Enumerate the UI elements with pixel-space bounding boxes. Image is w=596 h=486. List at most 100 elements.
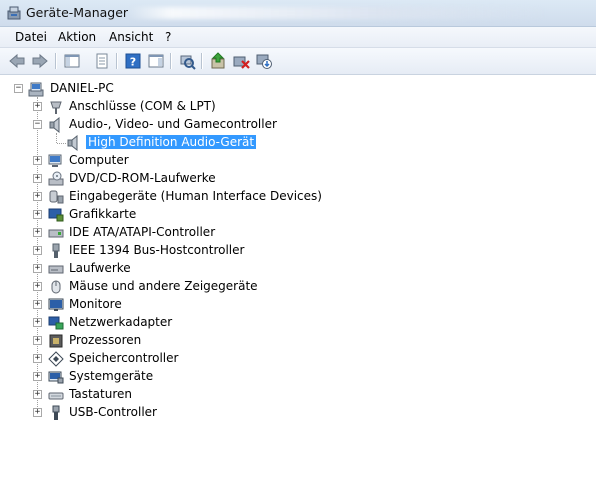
tree-category[interactable]: + Eingabegeräte (Human Interface Devices)	[0, 188, 560, 206]
expand-toggle[interactable]: +	[33, 102, 42, 111]
tree-category-label: Monitore	[69, 297, 122, 311]
tree-category[interactable]: + Prozessoren	[0, 332, 560, 350]
tree-category-label: Prozessoren	[69, 333, 142, 347]
expand-toggle[interactable]: +	[33, 354, 42, 363]
menu-help[interactable]: ?	[165, 30, 171, 44]
tree-category[interactable]: − Audio-, Video- und Gamecontroller	[0, 116, 560, 134]
tree-category-label: Laufwerke	[69, 261, 131, 275]
disk-drive-icon	[48, 261, 64, 277]
tree-category[interactable]: + Speichercontroller	[0, 350, 560, 368]
collapse-toggle[interactable]: −	[33, 120, 42, 129]
expand-toggle[interactable]: +	[33, 174, 42, 183]
disable-icon[interactable]	[255, 52, 273, 70]
expand-toggle[interactable]: +	[33, 282, 42, 291]
tree-category-label: Netzwerkadapter	[69, 315, 173, 329]
network-adapter-icon	[48, 315, 64, 331]
expand-toggle[interactable]: +	[33, 228, 42, 237]
device-manager-icon	[6, 5, 22, 21]
speaker-icon	[66, 135, 82, 151]
tree-category[interactable]: + IEEE 1394 Bus-Hostcontroller	[0, 242, 560, 260]
mouse-icon	[48, 279, 64, 295]
tree-category-label: DVD/CD-ROM-Laufwerke	[69, 171, 216, 185]
tree-category[interactable]: + Systemgeräte	[0, 368, 560, 386]
scan-hardware-icon[interactable]	[178, 52, 196, 70]
tree-category[interactable]: + Laufwerke	[0, 260, 560, 278]
firewire-icon	[48, 243, 64, 259]
monitor-icon	[48, 297, 64, 313]
tree-category[interactable]: + DVD/CD-ROM-Laufwerke	[0, 170, 560, 188]
tree-category[interactable]: + Anschlüsse (COM & LPT)	[0, 98, 560, 116]
tree-category[interactable]: + Grafikkarte	[0, 206, 560, 224]
tree-category[interactable]: + Computer	[0, 152, 560, 170]
tree-device[interactable]: High Definition Audio-Gerät	[0, 134, 560, 152]
dvd-drive-icon	[48, 171, 64, 187]
back-icon[interactable]	[8, 52, 26, 70]
window-title: Geräte-Manager	[26, 5, 129, 20]
tree-category-label: Audio-, Video- und Gamecontroller	[69, 117, 277, 131]
tree-category-label: Systemgeräte	[69, 369, 154, 383]
tree-category-label: Mäuse und andere Zeigegeräte	[69, 279, 258, 293]
tree-category[interactable]: + Mäuse und andere Zeigegeräte	[0, 278, 560, 296]
help-icon[interactable]: ?	[124, 52, 142, 70]
menu-aktion[interactable]: Aktion	[58, 30, 96, 44]
tree-category-label: USB-Controller	[69, 405, 157, 419]
collapse-toggle[interactable]: −	[14, 84, 23, 93]
toolbar-separator	[55, 53, 57, 69]
update-driver-icon[interactable]	[209, 52, 227, 70]
svg-text:?: ?	[130, 56, 136, 69]
menu-ansicht[interactable]: Ansicht	[109, 30, 153, 44]
storage-controller-icon	[48, 351, 64, 367]
port-icon	[48, 99, 64, 115]
expand-toggle[interactable]: +	[33, 246, 42, 255]
usb-icon	[48, 405, 64, 421]
speaker-icon	[48, 117, 64, 133]
ide-controller-icon	[48, 225, 64, 241]
expand-toggle[interactable]: +	[33, 156, 42, 165]
tree-category-label: Tastaturen	[69, 387, 132, 401]
blurred-background	[128, 7, 548, 19]
expand-toggle[interactable]: +	[33, 372, 42, 381]
tree-category[interactable]: + Tastaturen	[0, 386, 560, 404]
toolbar: ?	[0, 48, 596, 75]
toolbar-separator	[201, 53, 203, 69]
tree-category[interactable]: + USB-Controller	[0, 404, 560, 422]
tree-root[interactable]: − DANIEL-PC	[0, 80, 200, 98]
display-adapter-icon	[48, 207, 64, 223]
tree-category-label: Computer	[69, 153, 129, 167]
tree-category-label: Speichercontroller	[69, 351, 179, 365]
menu-datei[interactable]: Datei	[15, 30, 47, 44]
tree-category-label: Eingabegeräte (Human Interface Devices)	[69, 189, 322, 203]
show-hide-console-tree-icon[interactable]	[63, 52, 81, 70]
menu-bar: Datei Aktion Ansicht ?	[0, 27, 596, 48]
uninstall-icon[interactable]	[232, 52, 250, 70]
device-tree: − DANIEL-PC + Anschlüsse (COM & LPT) − Audi…	[0, 75, 596, 486]
toolbar-separator	[116, 53, 118, 69]
system-devices-icon	[48, 369, 64, 385]
tree-category-label: IEEE 1394 Bus-Hostcontroller	[69, 243, 245, 257]
forward-icon[interactable]	[31, 52, 49, 70]
expand-toggle[interactable]: +	[33, 408, 42, 417]
expand-toggle[interactable]: +	[33, 192, 42, 201]
tree-category[interactable]: + Netzwerkadapter	[0, 314, 560, 332]
expand-toggle[interactable]: +	[33, 390, 42, 399]
computer-icon	[28, 81, 44, 97]
expand-toggle[interactable]: +	[33, 318, 42, 327]
tree-root-label: DANIEL-PC	[50, 81, 114, 95]
keyboard-icon	[48, 387, 64, 403]
tree-category[interactable]: + Monitore	[0, 296, 560, 314]
computer-icon	[48, 153, 64, 169]
tree-device-label: High Definition Audio-Gerät	[86, 135, 257, 149]
expand-toggle[interactable]: +	[33, 264, 42, 273]
expand-toggle[interactable]: +	[33, 336, 42, 345]
expand-toggle[interactable]: +	[33, 300, 42, 309]
toolbar-separator	[170, 53, 172, 69]
hid-icon	[48, 189, 64, 205]
expand-toggle[interactable]: +	[33, 210, 42, 219]
title-bar: Geräte-Manager	[0, 0, 596, 27]
show-action-pane-icon[interactable]	[147, 52, 165, 70]
processor-icon	[48, 333, 64, 349]
properties-icon[interactable]	[93, 52, 111, 70]
tree-category-label: IDE ATA/ATAPI-Controller	[69, 225, 216, 239]
tree-category[interactable]: + IDE ATA/ATAPI-Controller	[0, 224, 560, 242]
tree-category-label: Anschlüsse (COM & LPT)	[69, 99, 216, 113]
